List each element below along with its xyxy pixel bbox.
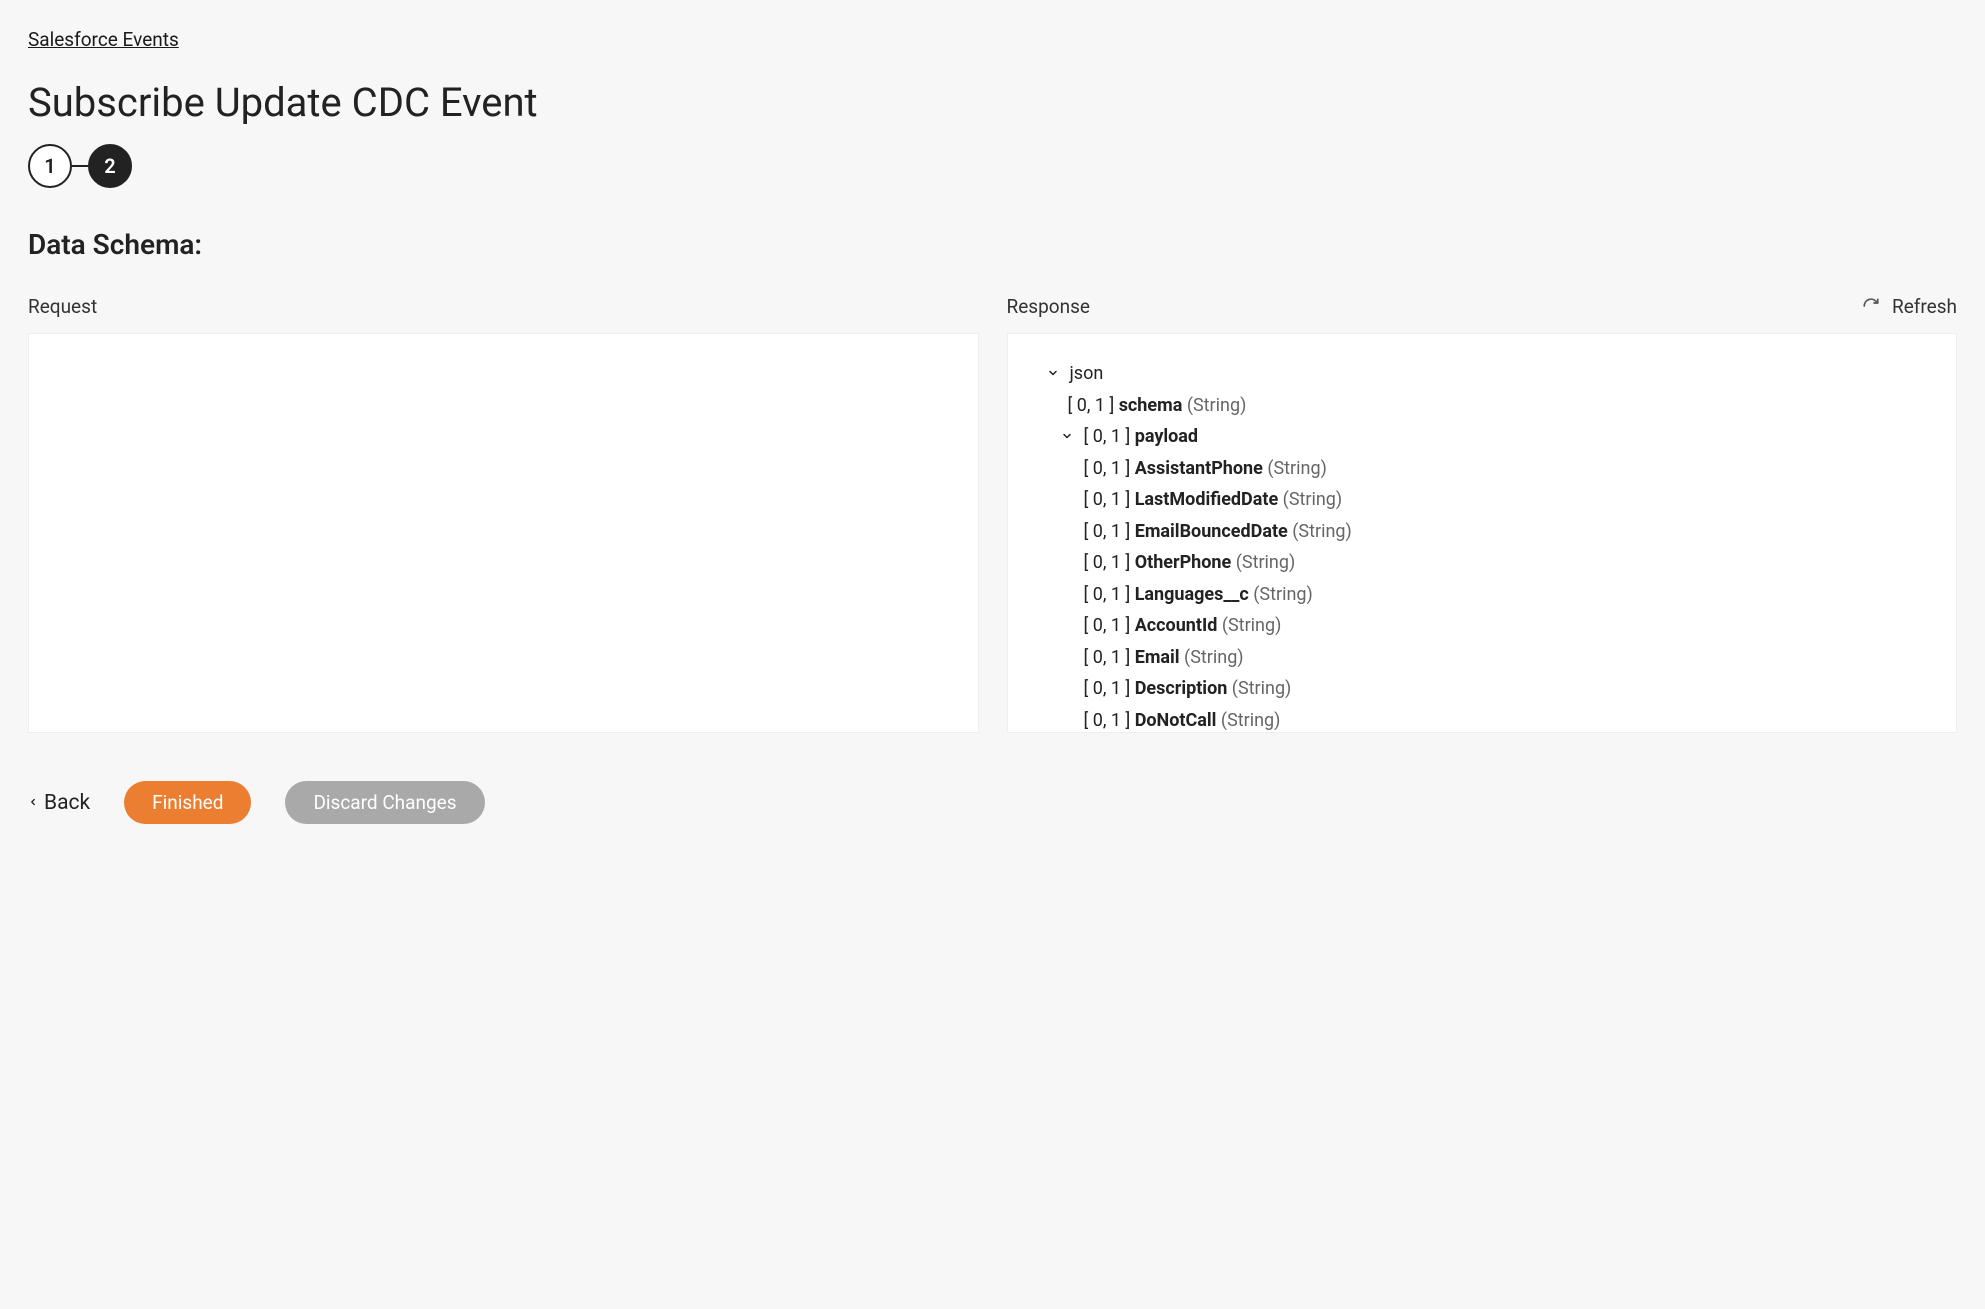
chevron-down-icon (1058, 421, 1076, 453)
tree-node-field[interactable]: [ 0, 1 ] Email (String) (1032, 642, 1933, 674)
field-name: schema (1119, 390, 1183, 422)
stepper: 1 2 (28, 144, 1957, 188)
occurrence-label: [ 0, 1 ] (1084, 516, 1131, 548)
refresh-button[interactable]: Refresh (1862, 295, 1957, 318)
occurrence-label: [ 0, 1 ] (1084, 705, 1131, 734)
tree-node-field[interactable]: [ 0, 1 ] AccountId (String) (1032, 610, 1933, 642)
tree-node-field[interactable]: [ 0, 1 ] AssistantPhone (String) (1032, 453, 1933, 485)
request-header-row: Request (28, 289, 979, 323)
occurrence-label: [ 0, 1 ] (1084, 484, 1131, 516)
back-button[interactable]: Back (28, 791, 90, 815)
response-column: Response Refresh (1007, 289, 1958, 733)
request-label: Request (28, 295, 97, 318)
field-name: LastModifiedDate (1135, 484, 1279, 516)
tree-node-field[interactable]: [ 0, 1 ] OtherPhone (String) (1032, 547, 1933, 579)
tree-node-field[interactable]: [ 0, 1 ] DoNotCall (String) (1032, 705, 1933, 734)
tree-node-json[interactable]: json (1032, 358, 1933, 390)
response-header-row: Response Refresh (1007, 289, 1958, 323)
field-name: Languages__c (1135, 579, 1249, 611)
request-column: Request (28, 289, 979, 733)
occurrence-label: [ 0, 1 ] (1084, 579, 1131, 611)
tree-node-schema[interactable]: [ 0, 1 ] schema (String) (1032, 390, 1933, 422)
response-tree: json [ 0, 1 ] schema (String) [ 0, 1 ] p… (1008, 334, 1957, 733)
refresh-label: Refresh (1892, 295, 1957, 318)
type-label: (String) (1184, 642, 1244, 674)
type-label: (String) (1221, 705, 1281, 734)
type-label: (String) (1236, 547, 1296, 579)
discard-changes-button[interactable]: Discard Changes (285, 781, 484, 824)
footer-bar: Back Finished Discard Changes (28, 781, 1957, 824)
breadcrumb-link[interactable]: Salesforce Events (28, 28, 179, 51)
refresh-icon (1862, 297, 1880, 315)
type-label: (String) (1292, 516, 1352, 548)
occurrence-label: [ 0, 1 ] (1084, 421, 1131, 453)
occurrence-label: [ 0, 1 ] (1084, 610, 1131, 642)
tree-node-field[interactable]: [ 0, 1 ] EmailBouncedDate (String) (1032, 516, 1933, 548)
tree-root-label: json (1070, 358, 1104, 390)
field-name: Email (1135, 642, 1180, 674)
response-panel: json [ 0, 1 ] schema (String) [ 0, 1 ] p… (1007, 333, 1958, 733)
tree-node-payload[interactable]: [ 0, 1 ] payload (1032, 421, 1933, 453)
type-label: (String) (1283, 484, 1343, 516)
field-name: OtherPhone (1135, 547, 1232, 579)
schema-columns: Request Response Refresh (28, 289, 1957, 733)
type-label: (String) (1267, 453, 1327, 485)
finished-button[interactable]: Finished (124, 781, 251, 824)
field-name: AssistantPhone (1135, 453, 1263, 485)
field-name: EmailBouncedDate (1135, 516, 1288, 548)
page-title: Subscribe Update CDC Event (28, 79, 1957, 126)
step-2[interactable]: 2 (88, 144, 132, 188)
occurrence-label: [ 0, 1 ] (1084, 673, 1131, 705)
field-name: payload (1135, 421, 1198, 453)
request-panel (28, 333, 979, 733)
type-label: (String) (1253, 579, 1313, 611)
type-label: (String) (1222, 610, 1282, 642)
page-container: Salesforce Events Subscribe Update CDC E… (0, 0, 1985, 864)
step-connector (72, 165, 88, 167)
tree-node-field[interactable]: [ 0, 1 ] Description (String) (1032, 673, 1933, 705)
chevron-down-icon (1044, 358, 1062, 390)
field-name: DoNotCall (1135, 705, 1217, 734)
chevron-left-icon (28, 791, 38, 815)
section-label-data-schema: Data Schema: (28, 228, 1957, 261)
occurrence-label: [ 0, 1 ] (1084, 453, 1131, 485)
step-1[interactable]: 1 (28, 144, 72, 188)
type-label: (String) (1187, 390, 1247, 422)
type-label: (String) (1232, 673, 1292, 705)
occurrence-label: [ 0, 1 ] (1084, 642, 1131, 674)
field-name: Description (1135, 673, 1228, 705)
response-label: Response (1007, 295, 1090, 318)
payload-fields-list: [ 0, 1 ] AssistantPhone (String)[ 0, 1 ]… (1032, 453, 1933, 734)
tree-node-field[interactable]: [ 0, 1 ] LastModifiedDate (String) (1032, 484, 1933, 516)
field-name: AccountId (1135, 610, 1218, 642)
back-label: Back (44, 791, 90, 815)
occurrence-label: [ 0, 1 ] (1068, 390, 1115, 422)
occurrence-label: [ 0, 1 ] (1084, 547, 1131, 579)
tree-node-field[interactable]: [ 0, 1 ] Languages__c (String) (1032, 579, 1933, 611)
